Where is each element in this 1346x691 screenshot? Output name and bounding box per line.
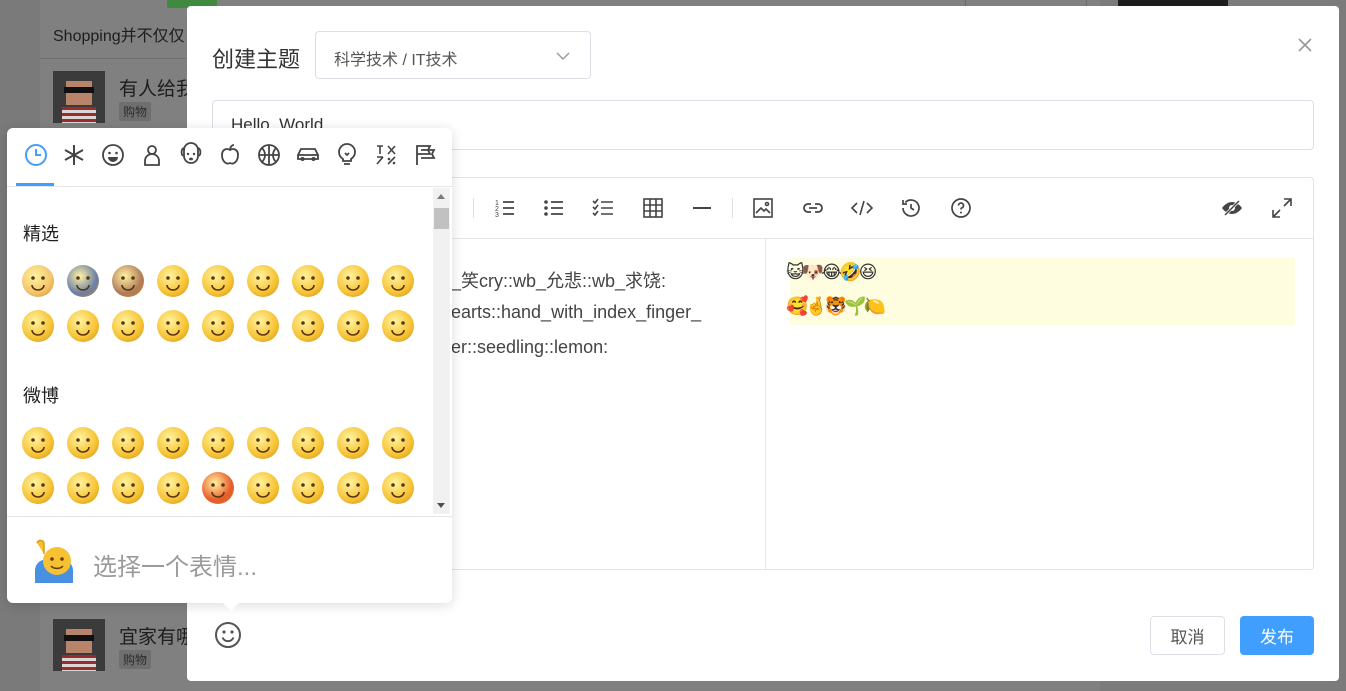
scroll-up-icon[interactable] bbox=[437, 194, 445, 199]
emoji-item[interactable] bbox=[292, 472, 324, 504]
people-icon[interactable] bbox=[139, 142, 165, 168]
waving-emoji-icon bbox=[33, 537, 79, 585]
emoji-category-tabs bbox=[7, 128, 452, 187]
emoji-item[interactable] bbox=[202, 472, 234, 504]
emoji-section-title: 微博 bbox=[23, 386, 59, 406]
scrollbar-thumb[interactable] bbox=[434, 208, 449, 229]
post-title: 宜家有哪 bbox=[119, 627, 196, 648]
ordered-list-icon[interactable]: 123 bbox=[493, 196, 517, 220]
emoji-item[interactable] bbox=[202, 310, 234, 342]
avatar bbox=[53, 71, 105, 123]
fullscreen-icon[interactable] bbox=[1270, 196, 1294, 220]
emoji-item[interactable] bbox=[247, 472, 279, 504]
post-title: 有人给我 bbox=[119, 79, 196, 100]
editor-source-line: er::seedling::lemon: bbox=[451, 337, 609, 357]
emoji-item[interactable] bbox=[112, 310, 144, 342]
emoji-item[interactable] bbox=[292, 310, 324, 342]
food-icon[interactable] bbox=[217, 142, 243, 168]
emoji-item[interactable] bbox=[382, 310, 414, 342]
emoji-item[interactable] bbox=[157, 427, 189, 459]
task-list-icon[interactable] bbox=[591, 196, 615, 220]
emoji-item[interactable] bbox=[67, 265, 99, 297]
emoji-item[interactable] bbox=[292, 265, 324, 297]
flags-icon[interactable] bbox=[412, 142, 438, 168]
emoji-item[interactable] bbox=[337, 265, 369, 297]
emoji-picker-footer: 选择一个表情... bbox=[7, 516, 452, 604]
emoji-item[interactable] bbox=[202, 265, 234, 297]
emoji-item[interactable] bbox=[247, 310, 279, 342]
avatar bbox=[53, 619, 105, 671]
emoji-item[interactable] bbox=[112, 427, 144, 459]
image-icon[interactable] bbox=[751, 196, 775, 220]
popover-arrow bbox=[222, 602, 240, 611]
activity-icon[interactable] bbox=[256, 142, 282, 168]
emoji-item[interactable] bbox=[22, 310, 54, 342]
table-icon[interactable] bbox=[641, 196, 665, 220]
editor-preview-pane: 😺🐶😂🤣😆 🥰🤞🐯🌱🍋 bbox=[786, 239, 1295, 569]
emoji-grid-area: 精选 微博 bbox=[7, 187, 432, 515]
unordered-list-icon[interactable] bbox=[542, 196, 566, 220]
post-tag: 购物 bbox=[119, 102, 152, 121]
code-icon[interactable] bbox=[850, 196, 874, 220]
emoji-preview-placeholder: 选择一个表情... bbox=[93, 554, 258, 581]
emoji-item[interactable] bbox=[247, 265, 279, 297]
category-select[interactable]: 科学技术 / IT技术 bbox=[315, 31, 591, 79]
background-intro-text: Shopping并不仅仅 bbox=[53, 28, 185, 45]
scroll-down-icon[interactable] bbox=[437, 503, 445, 508]
travel-icon[interactable] bbox=[295, 142, 321, 168]
emoji-section-title: 精选 bbox=[23, 224, 59, 244]
active-category-indicator bbox=[16, 183, 54, 186]
emoji-item[interactable] bbox=[157, 472, 189, 504]
category-value: 科学技术 / IT技术 bbox=[334, 52, 458, 69]
emoji-item[interactable] bbox=[67, 472, 99, 504]
emoji-item[interactable] bbox=[112, 472, 144, 504]
preview-emoji-line: 🥰🤞🐯🌱🍋 bbox=[786, 296, 886, 316]
recent-icon[interactable] bbox=[23, 142, 49, 168]
emoji-item[interactable] bbox=[337, 310, 369, 342]
emoji-item[interactable] bbox=[22, 472, 54, 504]
chevron-down-icon bbox=[556, 49, 570, 68]
emoji-item[interactable] bbox=[22, 265, 54, 297]
history-icon[interactable] bbox=[899, 196, 923, 220]
emoji-picker: 精选 微博 选择一个表情... bbox=[7, 128, 452, 611]
emoji-item[interactable] bbox=[247, 427, 279, 459]
emoji-item[interactable] bbox=[382, 472, 414, 504]
toolbar-separator bbox=[732, 198, 733, 218]
emoji-scrollbar[interactable] bbox=[433, 188, 450, 514]
preview-highlight: 😺🐶😂🤣😆 🥰🤞🐯🌱🍋 bbox=[786, 258, 1295, 325]
emoji-picker-toggle-icon[interactable] bbox=[214, 621, 242, 649]
emoji-item[interactable] bbox=[157, 310, 189, 342]
dialog-title: 创建主题 bbox=[212, 47, 301, 72]
svg-text:3: 3 bbox=[495, 212, 499, 219]
emoji-item[interactable] bbox=[382, 265, 414, 297]
publish-button[interactable]: 发布 bbox=[1240, 616, 1314, 655]
emoji-item[interactable] bbox=[157, 265, 189, 297]
emoji-item[interactable] bbox=[337, 427, 369, 459]
toolbar-separator bbox=[473, 198, 474, 218]
emoji-item[interactable] bbox=[337, 472, 369, 504]
editor-source-line: earts::hand_with_index_finger_ bbox=[451, 302, 702, 322]
cancel-button[interactable]: 取消 bbox=[1150, 616, 1225, 655]
objects-icon[interactable] bbox=[334, 142, 360, 168]
emoji-item[interactable] bbox=[202, 427, 234, 459]
close-icon[interactable] bbox=[1296, 36, 1314, 54]
emoji-item[interactable] bbox=[67, 310, 99, 342]
animals-icon[interactable] bbox=[178, 142, 204, 168]
symbols-icon[interactable] bbox=[61, 142, 87, 168]
preview-toggle-icon[interactable] bbox=[1220, 196, 1244, 220]
emoji-item[interactable] bbox=[112, 265, 144, 297]
editor-source-line: _笑cry::wb_允悲::wb_求饶: bbox=[451, 271, 667, 291]
emoji-item[interactable] bbox=[292, 427, 324, 459]
emoji-item[interactable] bbox=[22, 427, 54, 459]
smileys-icon[interactable] bbox=[100, 142, 126, 168]
symbols-abc-icon[interactable] bbox=[373, 142, 399, 168]
help-icon[interactable] bbox=[949, 196, 973, 220]
emoji-item[interactable] bbox=[67, 427, 99, 459]
horizontal-rule-icon[interactable] bbox=[690, 196, 714, 220]
preview-emoji-line: 😺🐶😂🤣😆 bbox=[786, 262, 877, 282]
post-tag: 购物 bbox=[119, 650, 152, 669]
emoji-item[interactable] bbox=[382, 427, 414, 459]
link-icon[interactable] bbox=[801, 196, 825, 220]
